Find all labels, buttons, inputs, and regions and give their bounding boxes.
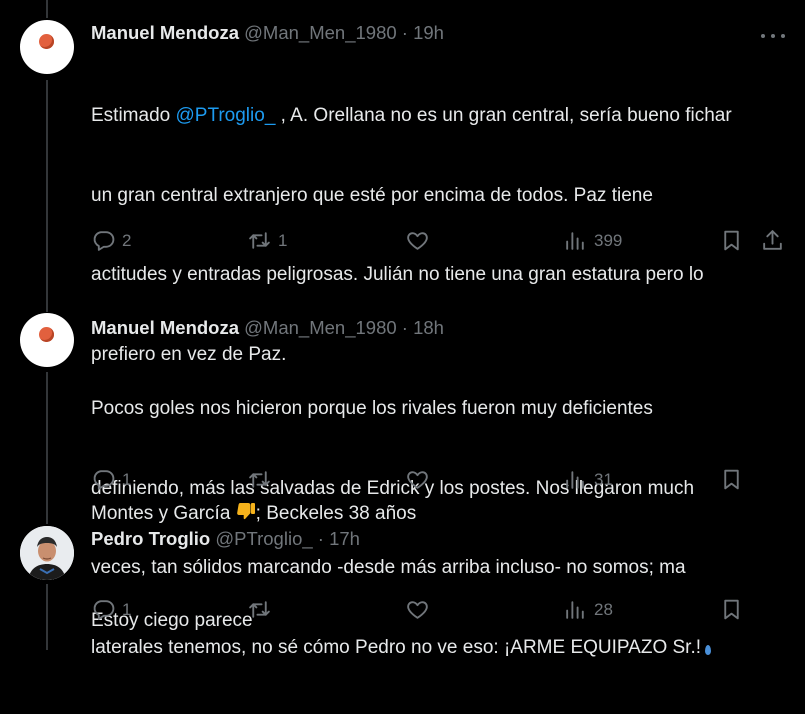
text-line: actitudes y entradas peligrosas. Julián … (91, 264, 704, 285)
timestamp[interactable]: 17h (329, 528, 360, 549)
views-button[interactable]: 399 (563, 228, 622, 253)
bookmark-icon (724, 230, 739, 251)
more-icon[interactable] (761, 26, 785, 46)
avatar[interactable] (20, 20, 74, 74)
tweet[interactable]: Manuel Mendoza @Man_Men_1980 · 19h Estim… (0, 0, 805, 524)
like-button[interactable] (405, 228, 436, 253)
bookmark-button[interactable] (719, 597, 744, 622)
tweet-actions: 2 1 399 (0, 228, 805, 258)
reply-count: 1 (122, 469, 132, 489)
tweet[interactable]: Manuel Mendoza @Man_Men_1980 · 18h Pocos… (0, 295, 805, 658)
reply-button[interactable]: 1 (91, 597, 131, 622)
tweet[interactable]: Pedro Troglio @PTroglio_ · 17h Estoy cie… (0, 510, 805, 678)
reply-icon (93, 600, 115, 620)
author-name[interactable]: Manuel Mendoza (91, 317, 239, 338)
author-handle[interactable]: @PTroglio_ (215, 528, 312, 549)
reply-button[interactable]: 2 (91, 228, 131, 253)
mention-link[interactable]: @PTroglio_ (175, 105, 275, 126)
share-icon (763, 230, 782, 250)
share-button[interactable] (760, 228, 785, 253)
like-button[interactable] (405, 467, 436, 492)
retweet-icon (249, 232, 270, 249)
tweet-header: Manuel Mendoza @Man_Men_1980 · 19h (91, 22, 444, 44)
retweet-button[interactable] (247, 467, 278, 492)
tweet-actions: 1 31 (0, 467, 805, 497)
views-count: 28 (594, 599, 613, 619)
views-count: 31 (594, 469, 613, 489)
heart-icon (407, 601, 428, 619)
author-handle[interactable]: @Man_Men_1980 (244, 22, 397, 43)
reply-count: 2 (122, 230, 132, 250)
author-name[interactable]: Manuel Mendoza (91, 22, 239, 43)
analytics-icon (566, 232, 584, 250)
views-button[interactable]: 31 (563, 467, 613, 492)
avatar-photo (20, 526, 74, 580)
avatar[interactable] (20, 526, 74, 580)
retweet-icon (249, 601, 270, 618)
tweet-actions: 1 28 (0, 597, 805, 627)
avatar-logo (39, 34, 54, 49)
reply-icon (93, 231, 115, 251)
retweet-count: 1 (278, 230, 288, 250)
reply-button[interactable]: 1 (91, 467, 131, 492)
retweet-icon (249, 471, 270, 488)
avatar[interactable] (20, 313, 74, 367)
reply-count: 1 (122, 599, 132, 619)
avatar-logo (39, 327, 54, 342)
author-name[interactable]: Pedro Troglio (91, 528, 210, 549)
bookmark-button[interactable] (719, 467, 744, 492)
views-count: 399 (594, 230, 623, 250)
separator: · (401, 22, 408, 43)
heart-icon (407, 232, 428, 250)
retweet-button[interactable] (247, 597, 278, 622)
timestamp[interactable]: 19h (413, 22, 444, 43)
text-line: un gran central extranjero que esté por … (91, 184, 653, 206)
bookmark-button[interactable] (719, 228, 744, 253)
analytics-icon (566, 601, 584, 619)
author-handle[interactable]: @Man_Men_1980 (244, 317, 397, 338)
heart-icon (407, 471, 428, 489)
text-line: Pocos goles nos hicieron porque los riva… (91, 398, 653, 419)
analytics-icon (566, 471, 584, 489)
bookmark-icon (724, 469, 739, 490)
timestamp[interactable]: 18h (413, 317, 444, 338)
tweet-header: Pedro Troglio @PTroglio_ · 17h (91, 528, 360, 550)
like-button[interactable] (405, 597, 436, 622)
separator: · (317, 528, 324, 549)
tweet-header: Manuel Mendoza @Man_Men_1980 · 18h (91, 317, 444, 339)
separator: · (401, 317, 408, 338)
retweet-button[interactable]: 1 (247, 228, 287, 253)
reply-icon (93, 470, 115, 490)
bookmark-icon (724, 599, 739, 620)
views-button[interactable]: 28 (563, 597, 613, 622)
text-line: Estimado @PTroglio_ , A. Orellana no es … (91, 105, 732, 126)
